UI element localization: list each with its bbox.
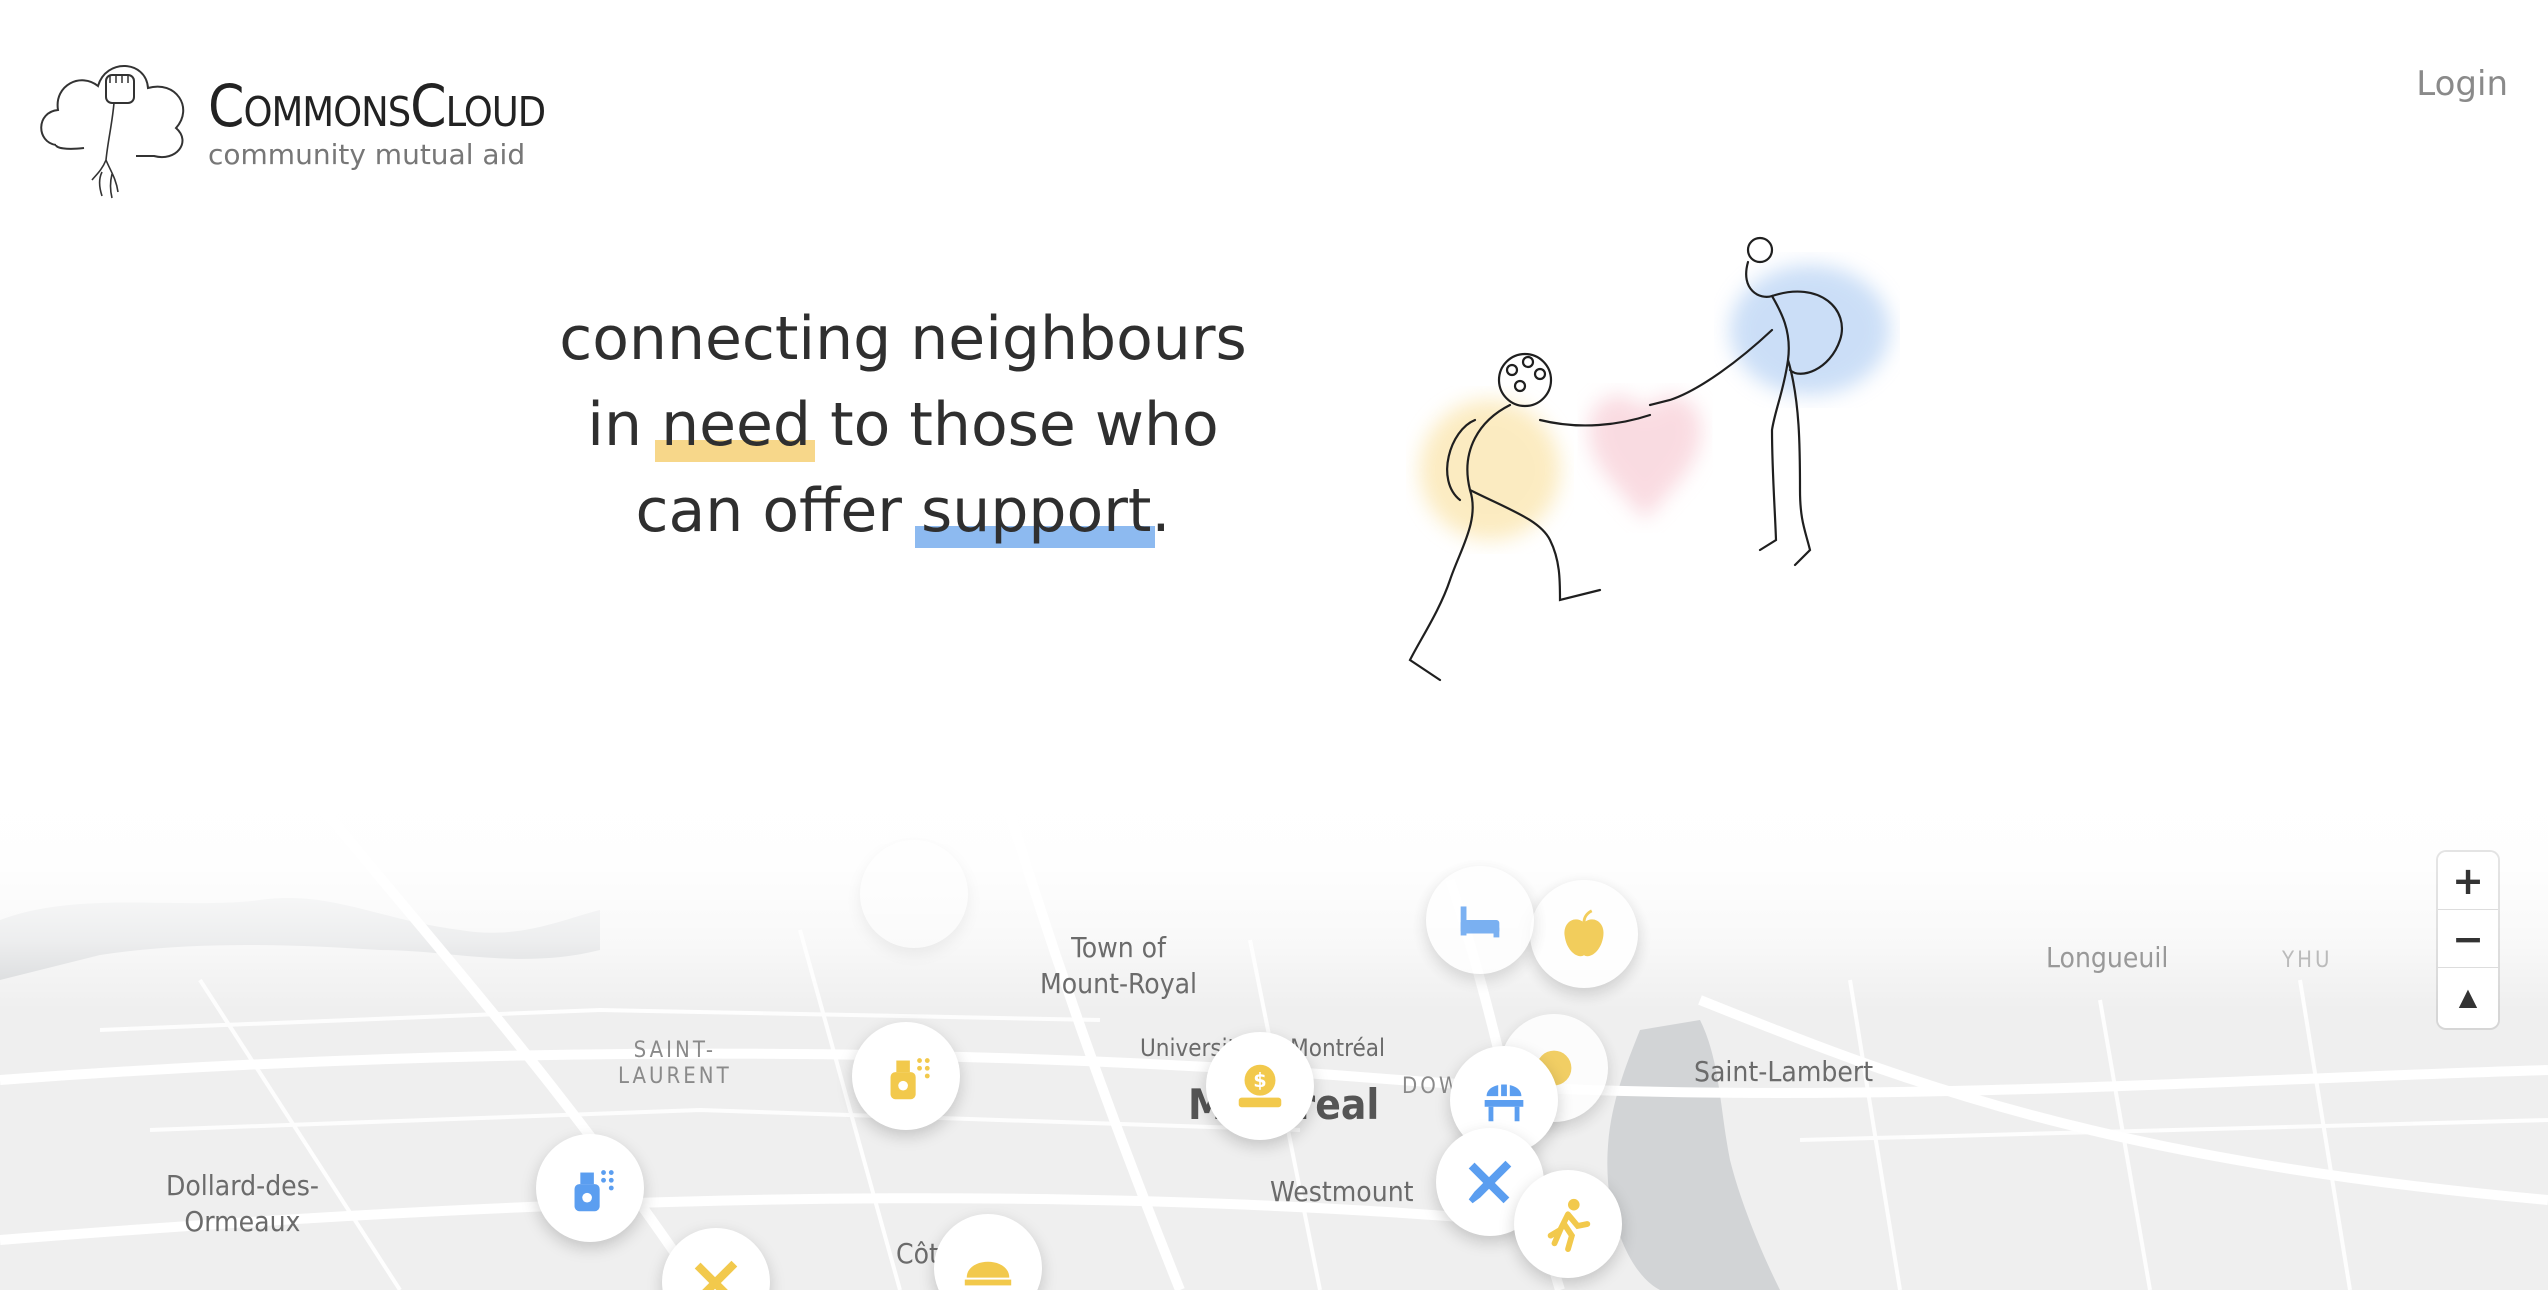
hero-headline: connecting neighbours in need to those w… xyxy=(510,296,1296,554)
place-label-westmount: Westmount xyxy=(1270,1175,1414,1208)
map-pin-running-person[interactable] xyxy=(1514,1170,1622,1278)
spray-bottle-icon xyxy=(890,1058,930,1100)
brand-tagline: community mutual aid xyxy=(208,138,526,171)
place-label-line: Ormeaux xyxy=(184,1205,301,1238)
place-label-line: LAURENT xyxy=(618,1064,732,1089)
map-pin-faded[interactable] xyxy=(860,840,968,948)
hero-line-3-pre: can offer xyxy=(635,476,922,546)
place-label-line: SAINT- xyxy=(633,1038,717,1063)
place-label-line: Mount-Royal xyxy=(1040,967,1198,1000)
login-link[interactable]: Login xyxy=(2416,64,2508,104)
zoom-out-button[interactable]: − xyxy=(2438,910,2498,968)
map-pin-spray-bottle-blue[interactable] xyxy=(536,1134,644,1242)
compass-button[interactable]: ▲ xyxy=(2438,968,2498,1026)
spray-bottle-icon xyxy=(574,1170,614,1212)
place-label-town-of-mount-royal: Town of Mount-Royal xyxy=(1040,930,1197,1002)
hero-line-2-post: to those who xyxy=(811,390,1219,460)
map-zoom-controls: + − ▲ xyxy=(2438,852,2498,1028)
place-label-saint-lambert: Saint-Lambert xyxy=(1694,1055,1874,1088)
place-label-yhu: YHU xyxy=(2282,948,2333,973)
place-label-longueuil: Longueuil xyxy=(2046,941,2169,974)
place-label-line: Dollard-des- xyxy=(166,1169,319,1202)
hero-line-3: can offer support. xyxy=(510,468,1296,554)
support-highlight: support xyxy=(915,468,1156,554)
bench-icon xyxy=(1484,1084,1524,1122)
bed-icon xyxy=(1460,906,1500,938)
helping-hands-illustration xyxy=(1408,236,1890,682)
hero-line-2: in need to those who xyxy=(510,382,1296,468)
zoom-in-button[interactable]: + xyxy=(2438,852,2498,910)
brand-name: CommonsCloud xyxy=(208,72,546,140)
hero-line-2-pre: in xyxy=(587,390,662,460)
running-person-icon xyxy=(1547,1198,1591,1253)
tools-icon xyxy=(1468,1160,1512,1204)
hero-line-1: connecting neighbours xyxy=(559,304,1247,374)
map[interactable]: Town of Mount-Royal SAINT- LAURENT Unive… xyxy=(0,780,2548,1290)
tools-icon xyxy=(694,1260,738,1290)
site-header: CommonsCloud community mutual aid Login xyxy=(0,0,2548,210)
place-label-line: Town of xyxy=(1071,931,1166,964)
money-donation-icon: $ xyxy=(1238,1064,1282,1108)
need-highlight: need xyxy=(655,382,815,468)
place-label-saint-laurent: SAINT- LAURENT xyxy=(618,1038,732,1090)
food-icon xyxy=(964,1261,1012,1286)
map-pin-money-donation[interactable]: $ xyxy=(1206,1032,1314,1140)
place-label-dollard-des-ormeaux: Dollard-des- Ormeaux xyxy=(166,1168,319,1240)
map-pin-spray-bottle-yellow[interactable] xyxy=(852,1022,960,1130)
svg-text:$: $ xyxy=(1253,1069,1266,1092)
apple-icon xyxy=(1564,909,1604,957)
cloud-fist-logo-icon xyxy=(40,65,185,199)
map-pin-bed[interactable] xyxy=(1426,866,1534,974)
map-pin-apple[interactable] xyxy=(1530,880,1638,988)
brand-logo[interactable]: CommonsCloud community mutual aid xyxy=(36,30,596,200)
